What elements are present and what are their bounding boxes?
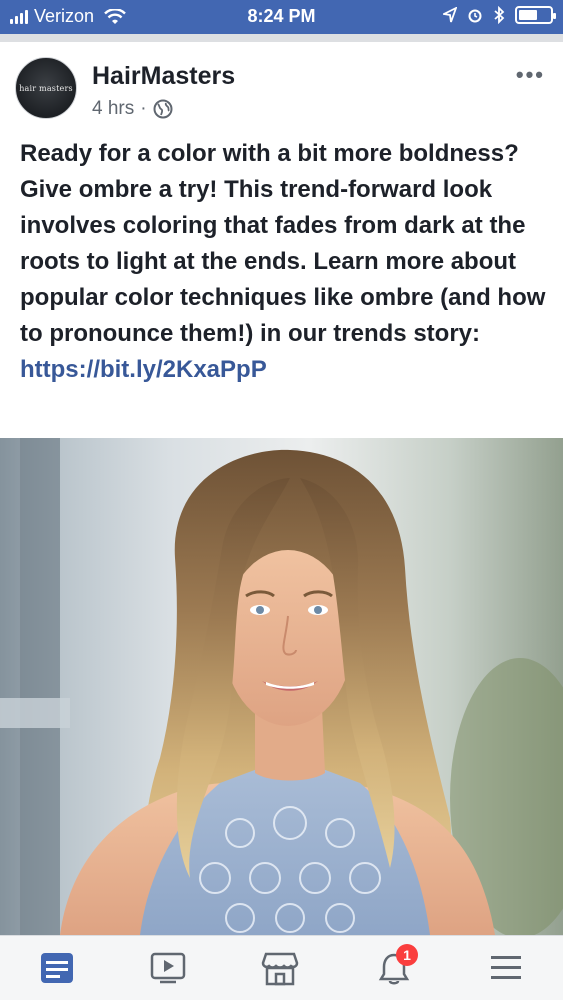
nav-watch[interactable] (146, 948, 190, 988)
watch-icon (150, 952, 186, 984)
nav-news-feed[interactable] (35, 948, 79, 988)
nav-notifications[interactable]: 1 (372, 944, 418, 988)
globe-icon (153, 99, 173, 119)
post-header: hair masters HairMasters 4 hrs · ••• (0, 42, 563, 132)
post-link[interactable]: https://bit.ly/2KxaPpP (20, 356, 267, 383)
bottom-nav: 1 (0, 935, 563, 1000)
location-icon (443, 7, 457, 23)
post-body: Ready for a color with a bit more boldne… (20, 140, 546, 347)
battery-icon (515, 6, 556, 24)
post-time[interactable]: 4 hrs (92, 98, 134, 120)
portrait-image (0, 438, 563, 935)
page-name[interactable]: HairMasters (92, 62, 235, 91)
more-options-button[interactable]: ••• (516, 62, 545, 88)
post-meta: 4 hrs · (92, 98, 173, 120)
post-text: Ready for a color with a bit more boldne… (20, 136, 550, 388)
meta-separator: · (140, 98, 147, 119)
news-feed-icon (41, 953, 73, 983)
notification-badge: 1 (396, 944, 418, 966)
avatar-logo-text: hair masters (19, 83, 73, 93)
menu-icon (491, 956, 521, 979)
avatar[interactable]: hair masters (15, 57, 77, 119)
status-right (443, 6, 556, 24)
marketplace-icon (261, 952, 299, 986)
bluetooth-icon (494, 6, 505, 24)
post-photo[interactable] (0, 438, 563, 935)
nav-menu[interactable] (484, 948, 528, 988)
top-divider (0, 34, 563, 42)
status-bar: Verizon 8:24 PM (0, 0, 563, 34)
alarm-icon (468, 9, 482, 23)
nav-marketplace[interactable] (258, 948, 302, 988)
battery-fill (519, 10, 537, 20)
